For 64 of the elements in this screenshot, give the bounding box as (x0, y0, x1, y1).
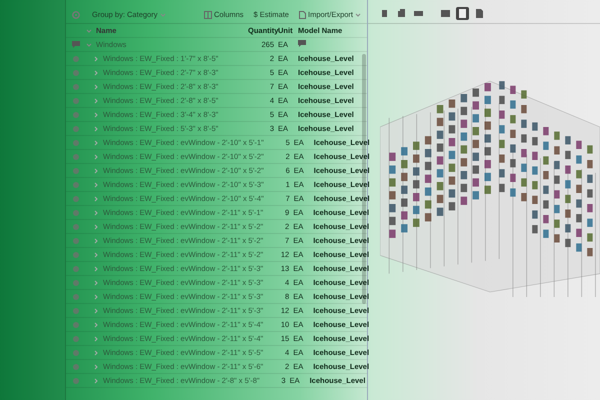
expand-chevron-icon[interactable] (94, 182, 99, 188)
expand-chevron-icon[interactable] (94, 154, 99, 160)
status-dot (73, 322, 79, 328)
settings-icon[interactable] (72, 10, 80, 18)
expand-chevron-icon[interactable] (86, 42, 92, 48)
status-dot (73, 196, 79, 202)
status-dot (73, 98, 79, 104)
expand-chevron-icon[interactable] (94, 168, 99, 174)
sort-caret-icon[interactable] (86, 28, 92, 34)
view-tool-button[interactable] (395, 7, 408, 20)
expand-chevron-icon[interactable] (94, 196, 99, 202)
document-icon (298, 10, 306, 18)
caret-icon (355, 12, 361, 18)
status-dot (73, 266, 79, 272)
comment-icon[interactable] (298, 40, 306, 47)
expand-chevron-icon[interactable] (94, 308, 99, 314)
status-dot (73, 224, 79, 230)
expand-chevron-icon[interactable] (94, 294, 99, 300)
view-tool-button[interactable] (456, 7, 469, 20)
view-tool-button[interactable] (473, 7, 486, 20)
status-dot (73, 308, 79, 314)
status-dot (73, 140, 79, 146)
status-dot (73, 252, 79, 258)
expand-chevron-icon[interactable] (94, 364, 99, 370)
expand-chevron-icon[interactable] (94, 280, 99, 286)
view-tool-button[interactable] (439, 7, 452, 20)
expand-chevron-icon[interactable] (94, 350, 99, 356)
expand-chevron-icon[interactable] (94, 140, 99, 146)
expand-chevron-icon[interactable] (94, 126, 99, 132)
expand-chevron-icon[interactable] (94, 266, 99, 272)
status-dot (73, 182, 79, 188)
expand-chevron-icon[interactable] (94, 84, 99, 90)
status-dot (73, 350, 79, 356)
status-dot (73, 378, 79, 384)
expand-chevron-icon[interactable] (94, 238, 99, 244)
panel-icon (414, 9, 423, 18)
columns-icon (204, 10, 212, 18)
status-dot (73, 238, 79, 244)
expand-chevron-icon[interactable] (94, 378, 99, 384)
status-dot (73, 294, 79, 300)
expand-chevron-icon[interactable] (94, 210, 99, 216)
page-icon (475, 9, 484, 18)
expand-chevron-icon[interactable] (94, 98, 99, 104)
status-dot (73, 56, 79, 62)
expand-chevron-icon[interactable] (94, 70, 99, 76)
status-dot (73, 112, 79, 118)
status-dot (73, 70, 79, 76)
expand-chevron-icon[interactable] (94, 224, 99, 230)
sheet-icon (458, 9, 467, 18)
status-dot (73, 364, 79, 370)
status-dot (73, 154, 79, 160)
expand-chevron-icon[interactable] (94, 322, 99, 328)
caret-icon (160, 12, 166, 18)
expand-chevron-icon[interactable] (94, 112, 99, 118)
status-dot (73, 84, 79, 90)
status-dot (73, 210, 79, 216)
status-dot (73, 168, 79, 174)
expand-chevron-icon[interactable] (94, 336, 99, 342)
comment-icon[interactable] (72, 41, 80, 48)
status-dot (73, 126, 79, 132)
expand-chevron-icon[interactable] (94, 252, 99, 258)
expand-chevron-icon[interactable] (94, 56, 99, 62)
status-dot (73, 280, 79, 286)
status-dot (73, 336, 79, 342)
